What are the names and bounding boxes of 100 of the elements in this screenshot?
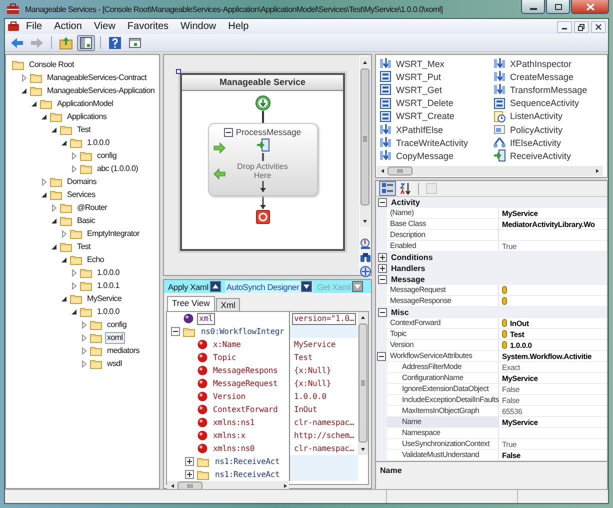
node-name[interactable]: Version xyxy=(211,390,248,402)
tree-item[interactable]: config xyxy=(95,150,119,162)
node-name[interactable]: ns0:WorkflowIntegr xyxy=(199,326,286,338)
close-button[interactable] xyxy=(591,20,606,32)
toolbox-item[interactable]: WSRT_Get xyxy=(379,83,493,97)
tree-item[interactable]: abc (1.0.0.0) xyxy=(95,162,140,174)
triangle-down-icon[interactable] xyxy=(70,308,78,316)
toolbox-item[interactable]: WSRT_Create xyxy=(379,110,493,123)
triangle-right-icon[interactable] xyxy=(80,346,88,354)
toolbox-item[interactable]: XPathIfElse xyxy=(379,122,493,136)
tree-item[interactable]: Console Root xyxy=(27,58,76,70)
minus-box-icon[interactable] xyxy=(171,327,180,336)
triangle-down-icon[interactable] xyxy=(20,86,28,94)
minimize-button[interactable] xyxy=(521,0,545,14)
node-name[interactable]: xmlns:x xyxy=(211,430,248,442)
tree-item[interactable]: EmptyIntegrator xyxy=(85,228,142,240)
tree-item[interactable]: config xyxy=(105,318,129,330)
toolbox-item[interactable]: WSRT_Mex xyxy=(379,57,493,70)
triangle-down-icon[interactable] xyxy=(50,216,58,224)
toolbox-item[interactable]: TransformMessage xyxy=(493,83,607,97)
maximize-button[interactable] xyxy=(546,0,570,14)
node-name[interactable]: MessageRespons xyxy=(211,364,280,376)
triangle-right-icon[interactable] xyxy=(60,230,68,238)
toolbar-button[interactable] xyxy=(106,34,124,50)
node-name[interactable]: MessageRequest xyxy=(211,378,280,390)
triangle-down-icon[interactable] xyxy=(60,256,68,264)
pan-icon[interactable] xyxy=(360,266,370,277)
minus-box-icon[interactable] xyxy=(224,128,233,136)
triangle-right-icon[interactable] xyxy=(20,74,28,82)
node-name[interactable]: ns1:ReceiveAct xyxy=(213,468,282,480)
tree-item[interactable]: MyService xyxy=(85,292,124,304)
triangle-right-icon[interactable] xyxy=(70,268,78,276)
tree-item[interactable]: mediators xyxy=(105,344,142,356)
tree-item[interactable]: Test xyxy=(75,124,92,136)
triangle-right-icon[interactable] xyxy=(40,178,48,186)
vertical-scrollbar[interactable] xyxy=(358,312,368,455)
menu-item[interactable]: File xyxy=(20,21,48,32)
tree-item[interactable]: 1.0.0.0 xyxy=(95,306,122,318)
menu-item[interactable]: View xyxy=(88,21,122,32)
binoculars-icon[interactable] xyxy=(360,252,370,263)
tree-item[interactable]: ApplicationModel xyxy=(55,98,116,110)
tree-item[interactable]: 1.0.0.0 xyxy=(85,136,112,148)
tree-item[interactable]: 1.0.0.1 xyxy=(95,280,122,292)
triangle-down-icon[interactable] xyxy=(50,126,58,134)
tab[interactable]: Tree View xyxy=(167,296,215,311)
toolbox-item[interactable]: CreateMessage xyxy=(493,70,607,84)
node-name[interactable]: xmlns:ns0 xyxy=(211,442,257,454)
tree-item[interactable]: wsdl xyxy=(105,358,124,370)
tree-item[interactable]: @Router xyxy=(75,202,110,214)
triangle-down-icon[interactable] xyxy=(60,294,68,302)
tree-item[interactable]: Domains xyxy=(65,176,98,188)
triangle-right-icon[interactable] xyxy=(80,320,88,328)
tree-item[interactable]: ManageableServices-Application xyxy=(45,84,157,96)
horizontal-scrollbar[interactable] xyxy=(377,166,603,176)
close-button[interactable] xyxy=(571,0,609,14)
selection-handle[interactable] xyxy=(176,69,181,74)
triangle-right-icon[interactable] xyxy=(80,360,88,368)
tree-item[interactable]: ManageableServices-Contract xyxy=(45,72,149,84)
node-name[interactable]: ns1:ReceiveAct xyxy=(213,456,282,468)
plus-box-icon[interactable] xyxy=(378,264,387,273)
triangle-down-icon[interactable] xyxy=(50,242,58,250)
menu-item[interactable]: Favorites xyxy=(121,21,175,32)
triangle-right-icon[interactable] xyxy=(70,282,78,290)
toolbox-item[interactable]: SequenceActivity xyxy=(493,96,607,110)
tree-item[interactable]: Test xyxy=(75,240,92,252)
toolbox-item[interactable]: WSRT_Put xyxy=(379,70,493,84)
triangle-down-icon[interactable] xyxy=(60,138,68,146)
tree-item[interactable]: Services xyxy=(65,188,98,200)
toolbar-button[interactable] xyxy=(77,34,95,50)
tab[interactable]: Xml xyxy=(216,298,240,311)
plus-box-icon[interactable] xyxy=(185,457,194,466)
toolbox-item[interactable]: PolicyActivity xyxy=(493,122,607,136)
zoom-icon[interactable] xyxy=(360,238,370,249)
node-name[interactable]: xmlns:ns1 xyxy=(211,416,257,428)
tree-item[interactable]: Applications xyxy=(65,110,109,122)
minus-box-icon[interactable] xyxy=(378,198,387,207)
toolbox-item[interactable]: TraceWriteActivity xyxy=(379,136,493,150)
toolbox-item[interactable]: XPathInspector xyxy=(493,57,607,70)
triangle-right-icon[interactable] xyxy=(80,334,88,342)
menu-item[interactable]: Window xyxy=(174,21,222,32)
minus-box-icon[interactable] xyxy=(378,308,387,317)
toolbox-item[interactable]: CopyMessage xyxy=(379,149,493,162)
plus-box-icon[interactable] xyxy=(378,253,387,262)
toolbox-item[interactable]: ReceiveActivity xyxy=(493,149,607,162)
tree-item[interactable]: Echo xyxy=(85,254,106,266)
minus-box-icon[interactable] xyxy=(377,352,386,361)
triangle-right-icon[interactable] xyxy=(50,204,58,212)
minimize-button[interactable] xyxy=(557,20,572,32)
triangle-down-icon[interactable] xyxy=(40,190,48,198)
triangle-right-icon[interactable] xyxy=(70,164,78,172)
restore-button[interactable] xyxy=(574,20,589,32)
toolbox-item[interactable]: WSRT_Delete xyxy=(379,96,493,110)
toolbar-button[interactable]: Apply Xaml xyxy=(167,280,222,292)
menu-item[interactable]: Help xyxy=(222,21,255,32)
vertical-scrollbar[interactable] xyxy=(360,57,370,227)
node-name[interactable]: x:Name xyxy=(211,338,243,350)
triangle-down-icon[interactable] xyxy=(30,100,38,108)
node-name[interactable]: xml xyxy=(197,312,215,324)
node-name[interactable]: Topic xyxy=(211,352,238,364)
toolbar-button[interactable]: AutoSynch Designer xyxy=(225,280,314,292)
